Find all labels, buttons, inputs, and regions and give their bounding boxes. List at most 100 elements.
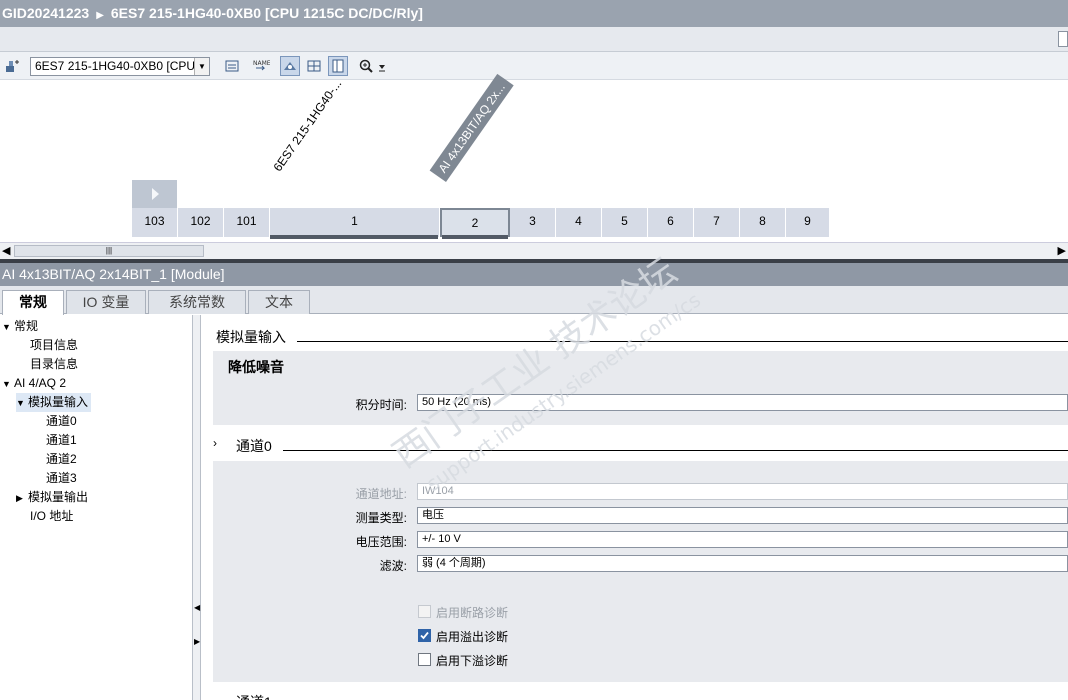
expand-slots-button[interactable] xyxy=(132,180,177,208)
device-select[interactable]: 6ES7 215-1HG40-0XB0 [CPU 1 ▼ xyxy=(30,57,210,76)
tab-general[interactable]: 常规 xyxy=(2,290,64,315)
tree-node-ai-aq[interactable]: ▼ AI 4/AQ 2 xyxy=(2,374,66,393)
property-tree: ▼ 常规 项目信息 目录信息 ▼ AI 4/AQ 2 ▼ 模拟量输入 通道0 通道1 … xyxy=(0,315,193,700)
expanded-triangle-icon[interactable]: ▼ xyxy=(16,394,28,412)
expanded-triangle-icon[interactable]: ▼ xyxy=(2,375,14,393)
noise-reduction-panel xyxy=(213,351,1068,425)
chevron-down-icon[interactable]: ▼ xyxy=(194,58,209,75)
scroll-left-icon[interactable]: ◀ xyxy=(2,244,10,257)
channel0-section-title: 通道0 xyxy=(236,438,272,454)
tree-node-label: 模拟量输入 xyxy=(28,395,89,409)
tree-node-project-info[interactable]: 项目信息 xyxy=(30,336,78,354)
tree-splitter[interactable]: ◀ ▶ xyxy=(193,315,201,700)
overflow-checkbox[interactable] xyxy=(418,629,431,642)
tree-node-label: 项目信息 xyxy=(30,338,79,352)
tree-node-label: 常规 xyxy=(14,319,39,333)
network-topology-icon[interactable] xyxy=(2,56,22,76)
slot-5[interactable]: 5 xyxy=(602,208,648,237)
expand-right-icon[interactable]: ▶ xyxy=(194,637,200,646)
tree-node-io-address[interactable]: I/O 地址 xyxy=(30,507,73,525)
noise-reduction-title: 降低噪音 xyxy=(228,359,284,375)
tree-node-label: 通道0 xyxy=(46,414,77,428)
underflow-label: 启用下溢诊断 xyxy=(436,654,509,668)
breadcrumb-chevron-icon: ▶ xyxy=(96,10,104,21)
show-name-icon[interactable]: NAME xyxy=(251,56,271,76)
tree-node-label: AI 4/AQ 2 xyxy=(14,376,67,390)
tree-node-label: 目录信息 xyxy=(30,357,79,371)
slot-101[interactable]: 101 xyxy=(224,208,270,237)
collapse-left-icon[interactable]: ◀ xyxy=(194,603,200,612)
scroll-right-icon[interactable]: ▶ xyxy=(1058,244,1066,257)
tab-io-tags[interactable]: IO 变量 xyxy=(66,290,146,314)
channel-address-field: IW104 xyxy=(417,483,1068,500)
grid-icon[interactable] xyxy=(304,56,324,76)
tree-node-channel3[interactable]: 通道3 xyxy=(46,469,77,487)
svg-text:NAME: NAME xyxy=(253,60,270,67)
measurement-type-label: 测量类型: xyxy=(355,511,407,525)
section-divider xyxy=(297,341,1068,342)
tree-node-analog-output[interactable]: ▶ 模拟量输出 xyxy=(16,488,88,507)
page-break-icon[interactable] xyxy=(280,56,300,76)
overflow-label: 启用溢出诊断 xyxy=(436,630,509,644)
inspector-tabs: 常规 IO 变量 系统常数 文本 xyxy=(0,286,1068,315)
expanded-triangle-icon[interactable]: ▼ xyxy=(2,318,14,336)
slot-3[interactable]: 3 xyxy=(510,208,556,237)
device-view-toolbar: 6ES7 215-1HG40-0XB0 [CPU 1 ▼ NAME xyxy=(0,52,1068,80)
voltage-range-label: 电压范围: xyxy=(355,535,407,549)
restore-window-button[interactable] xyxy=(1058,31,1068,47)
cpu-module-body xyxy=(270,235,438,239)
underflow-checkbox[interactable] xyxy=(418,653,431,666)
device-name: 6ES7 215-1HG40-0XB0 [CPU 1215C DC/DC/Rly… xyxy=(110,5,423,21)
tree-node-channel0[interactable]: 通道0 xyxy=(46,412,77,430)
tree-node-general[interactable]: ▼ 常规 xyxy=(2,317,38,336)
swap-view-icon[interactable] xyxy=(222,56,242,76)
channel0-expand-icon[interactable]: › xyxy=(213,436,217,450)
chevron-right-icon xyxy=(151,188,159,200)
tab-texts[interactable]: 文本 xyxy=(248,290,310,314)
wire-break-checkbox xyxy=(418,605,431,618)
tree-node-label: 模拟量输出 xyxy=(28,490,89,504)
tab-system-constants[interactable]: 系统常数 xyxy=(148,290,246,314)
rack-module-label-ai[interactable]: AI 4x13BIT/AQ 2x... xyxy=(429,73,514,182)
analog-input-section-title: 模拟量输入 xyxy=(216,329,286,345)
tree-node-analog-input[interactable]: ▼ 模拟量输入 xyxy=(16,393,92,412)
inspector-title: AI 4x13BIT/AQ 2x14BIT_1 [Module] xyxy=(0,263,1068,286)
integration-time-select[interactable]: 50 Hz (20 ms) xyxy=(417,394,1068,411)
tree-node-label: 通道3 xyxy=(46,471,77,485)
tree-node-catalog-info[interactable]: 目录信息 xyxy=(30,355,78,373)
slot-6[interactable]: 6 xyxy=(648,208,694,237)
tree-node-label: I/O 地址 xyxy=(30,509,74,523)
slot-2[interactable]: 2 xyxy=(440,208,510,237)
slot-103[interactable]: 103 xyxy=(132,208,178,237)
channel-address-label: 通道地址: xyxy=(355,487,407,501)
rack-module-label-cpu[interactable]: 6ES7 215-1HG40-... xyxy=(271,77,345,174)
view-tab-bar xyxy=(0,27,1068,52)
editor-title-bar: GID20241223 ▶ 6ES7 215-1HG40-0XB0 [CPU 121… xyxy=(0,0,1068,27)
rack-horizontal-scrollbar[interactable]: ◀ ||| ▶ xyxy=(0,242,1068,259)
tree-node-channel2[interactable]: 通道2 xyxy=(46,450,77,468)
slot-9[interactable]: 9 xyxy=(786,208,830,237)
property-content: 模拟量输入 降低噪音 积分时间: 50 Hz (20 ms) › 通道0 通道地… xyxy=(201,315,1068,700)
filter-select[interactable]: 弱 (4 个周期) xyxy=(417,555,1068,572)
voltage-range-select[interactable]: +/- 10 V xyxy=(417,531,1068,548)
slot-1[interactable]: 1 xyxy=(270,208,440,237)
tree-node-channel1[interactable]: 通道1 xyxy=(46,431,77,449)
ai-module-body xyxy=(442,235,508,239)
slot-7[interactable]: 7 xyxy=(694,208,740,237)
tree-node-label: 通道2 xyxy=(46,452,77,466)
slot-4[interactable]: 4 xyxy=(556,208,602,237)
slot-102[interactable]: 102 xyxy=(178,208,224,237)
tree-node-label: 通道1 xyxy=(46,433,77,447)
collapsed-triangle-icon[interactable]: ▶ xyxy=(16,489,28,507)
measurement-type-select[interactable]: 电压 xyxy=(417,507,1068,524)
table-view-icon[interactable] xyxy=(328,56,348,76)
slot-8[interactable]: 8 xyxy=(740,208,786,237)
channel1-section-title: 通道1 xyxy=(236,692,272,700)
wire-break-label: 启用断路诊断 xyxy=(436,606,509,620)
integration-time-label: 积分时间: xyxy=(355,398,407,412)
project-name: GID20241223 xyxy=(2,5,90,21)
section-divider xyxy=(283,450,1068,451)
device-rack-view: 6ES7 215-1HG40-... AI 4x13BIT/AQ 2x... 1… xyxy=(0,73,1068,242)
scrollbar-thumb[interactable]: ||| xyxy=(14,245,204,257)
zoom-dropdown-icon[interactable] xyxy=(372,56,392,76)
